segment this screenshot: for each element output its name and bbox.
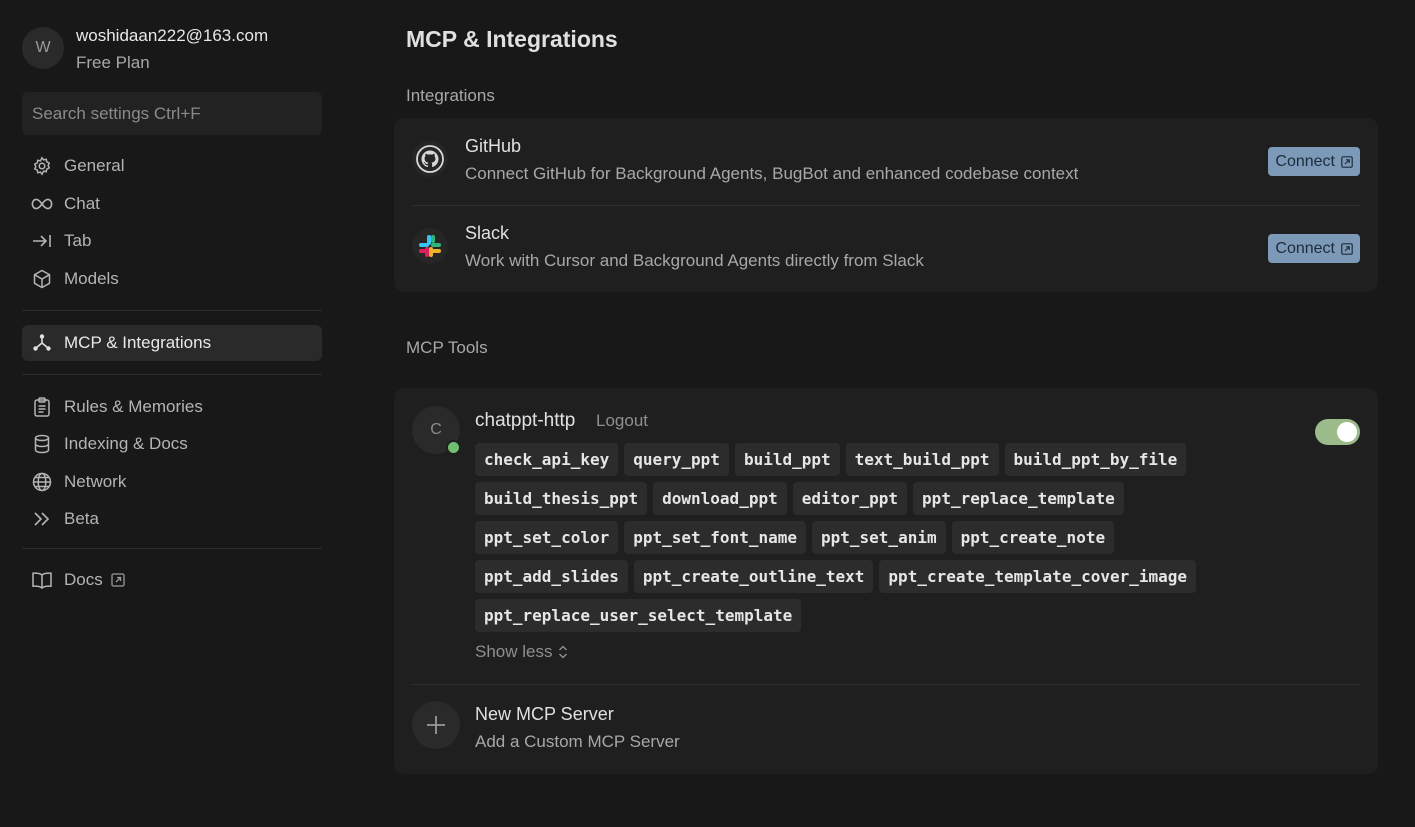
status-indicator: [446, 440, 461, 455]
connect-label: Connect: [1275, 152, 1335, 170]
mcp-tools-section-title: MCP Tools: [406, 338, 488, 357]
tool-chip: editor_ppt: [792, 482, 908, 515]
tool-chip: text_build_ppt: [845, 443, 999, 476]
sidebar-item-label: Indexing & Docs: [64, 434, 188, 453]
nodes-icon: [31, 332, 53, 354]
mcp-tools-card: C chatppt-http Logout check_api_key query…: [394, 388, 1378, 774]
sidebar-item-rules-memories[interactable]: Rules & Memories: [22, 389, 322, 425]
tool-chip: ppt_replace_user_select_template: [475, 599, 802, 632]
add-mcp-server-button[interactable]: [412, 701, 460, 749]
chevron-up-down-icon: [558, 645, 568, 659]
sidebar-item-models[interactable]: Models: [22, 261, 322, 297]
logout-link[interactable]: Logout: [596, 411, 648, 431]
avatar: W: [22, 27, 64, 69]
tool-row: ppt_replace_user_select_template: [475, 599, 1295, 638]
external-link-icon: [1341, 155, 1353, 168]
globe-icon: [31, 471, 53, 493]
integration-row-slack: Slack Work with Cursor and Background Ag…: [412, 206, 1360, 292]
integration-description: Work with Cursor and Background Agents d…: [465, 251, 924, 270]
mcp-server-name: chatppt-http: [475, 410, 576, 431]
toggle-knob: [1337, 422, 1357, 442]
sidebar-item-indexing-docs[interactable]: Indexing & Docs: [22, 426, 322, 462]
settings-sidebar: W woshidaan222@163.com Free Plan General…: [0, 0, 344, 827]
tool-chip: check_api_key: [475, 443, 619, 476]
tool-chip: ppt_create_note: [951, 521, 1115, 554]
sidebar-item-label: Chat: [64, 194, 100, 213]
integrations-card: GitHub Connect GitHub for Background Age…: [394, 118, 1378, 292]
connect-label: Connect: [1275, 239, 1335, 257]
sidebar-item-label: Beta: [64, 509, 99, 528]
tool-row: ppt_set_color ppt_set_font_name ppt_set_an…: [475, 521, 1295, 560]
sidebar-item-label: Network: [64, 472, 127, 491]
sidebar-divider: [22, 548, 322, 549]
connect-slack-button[interactable]: Connect: [1268, 234, 1360, 263]
tool-chip: ppt_set_font_name: [624, 521, 806, 554]
tool-chip: query_ppt: [624, 443, 729, 476]
mcp-server-toggle[interactable]: [1315, 419, 1360, 445]
sidebar-item-network[interactable]: Network: [22, 464, 322, 500]
account-plan: Free Plan: [76, 53, 150, 72]
integration-row-github: GitHub Connect GitHub for Background Age…: [412, 119, 1360, 205]
gear-icon: [31, 155, 53, 177]
sidebar-item-label: Models: [64, 269, 119, 288]
mcp-divider: [412, 684, 1360, 685]
tool-row: build_thesis_ppt download_ppt editor_ppt pp…: [475, 482, 1295, 521]
external-link-icon: [1341, 242, 1353, 255]
new-mcp-server-title[interactable]: New MCP Server: [475, 704, 614, 725]
infinity-icon: [31, 193, 53, 215]
double-chevron-icon: [31, 508, 53, 530]
tool-chip: ppt_add_slides: [475, 560, 628, 593]
account-info: W woshidaan222@163.com Free Plan: [22, 22, 322, 74]
show-less-button[interactable]: Show less: [475, 642, 568, 662]
sidebar-item-tab[interactable]: Tab: [22, 223, 322, 259]
external-link-icon: [111, 573, 125, 587]
integrations-section-title: Integrations: [406, 86, 495, 105]
book-icon: [31, 569, 53, 591]
sidebar-item-mcp-integrations[interactable]: MCP & Integrations: [22, 325, 322, 361]
sidebar-divider: [22, 374, 322, 375]
account-email: woshidaan222@163.com: [76, 26, 269, 45]
sidebar-item-docs[interactable]: Docs: [22, 562, 322, 598]
page-title: MCP & Integrations: [406, 26, 618, 52]
database-icon: [31, 433, 53, 455]
sidebar-item-chat[interactable]: Chat: [22, 186, 322, 222]
slack-icon: [412, 228, 448, 264]
sidebar-item-beta[interactable]: Beta: [22, 501, 322, 537]
tool-chip: ppt_set_color: [475, 521, 619, 554]
mcp-tool-list: check_api_key query_ppt build_ppt text_buil…: [475, 443, 1295, 638]
tool-chip: build_ppt_by_file: [1004, 443, 1187, 476]
tool-chip: ppt_set_anim: [812, 521, 946, 554]
sidebar-item-label: Tab: [64, 231, 92, 250]
github-icon: [412, 141, 448, 177]
tool-chip: build_thesis_ppt: [475, 482, 648, 515]
tool-chip: ppt_replace_template: [913, 482, 1124, 515]
clipboard-icon: [31, 396, 53, 418]
integration-name: Slack: [465, 223, 510, 243]
tool-chip: ppt_create_outline_text: [633, 560, 874, 593]
sidebar-divider: [22, 310, 322, 311]
sidebar-item-label: General: [64, 156, 125, 175]
tool-chip: ppt_create_template_cover_image: [879, 560, 1197, 593]
cube-icon: [31, 268, 53, 290]
tool-row: ppt_add_slides ppt_create_outline_text ppt…: [475, 560, 1295, 599]
tool-row: check_api_key query_ppt build_ppt text_buil…: [475, 443, 1295, 482]
integration-description: Connect GitHub for Background Agents, Bu…: [465, 164, 1079, 183]
tool-chip: download_ppt: [653, 482, 787, 515]
sidebar-item-label: Rules & Memories: [64, 397, 203, 416]
arrow-right-bar-icon: [31, 230, 53, 252]
show-less-label: Show less: [475, 642, 553, 661]
sidebar-item-general[interactable]: General: [22, 148, 322, 184]
plus-icon: [425, 714, 447, 736]
search-settings-input[interactable]: [22, 92, 322, 135]
connect-github-button[interactable]: Connect: [1268, 147, 1360, 176]
integration-name: GitHub: [465, 136, 522, 156]
new-mcp-server-subtitle: Add a Custom MCP Server: [475, 732, 680, 751]
sidebar-item-label: MCP & Integrations: [64, 333, 212, 352]
sidebar-item-label: Docs: [64, 570, 103, 589]
tool-chip: build_ppt: [734, 443, 840, 476]
